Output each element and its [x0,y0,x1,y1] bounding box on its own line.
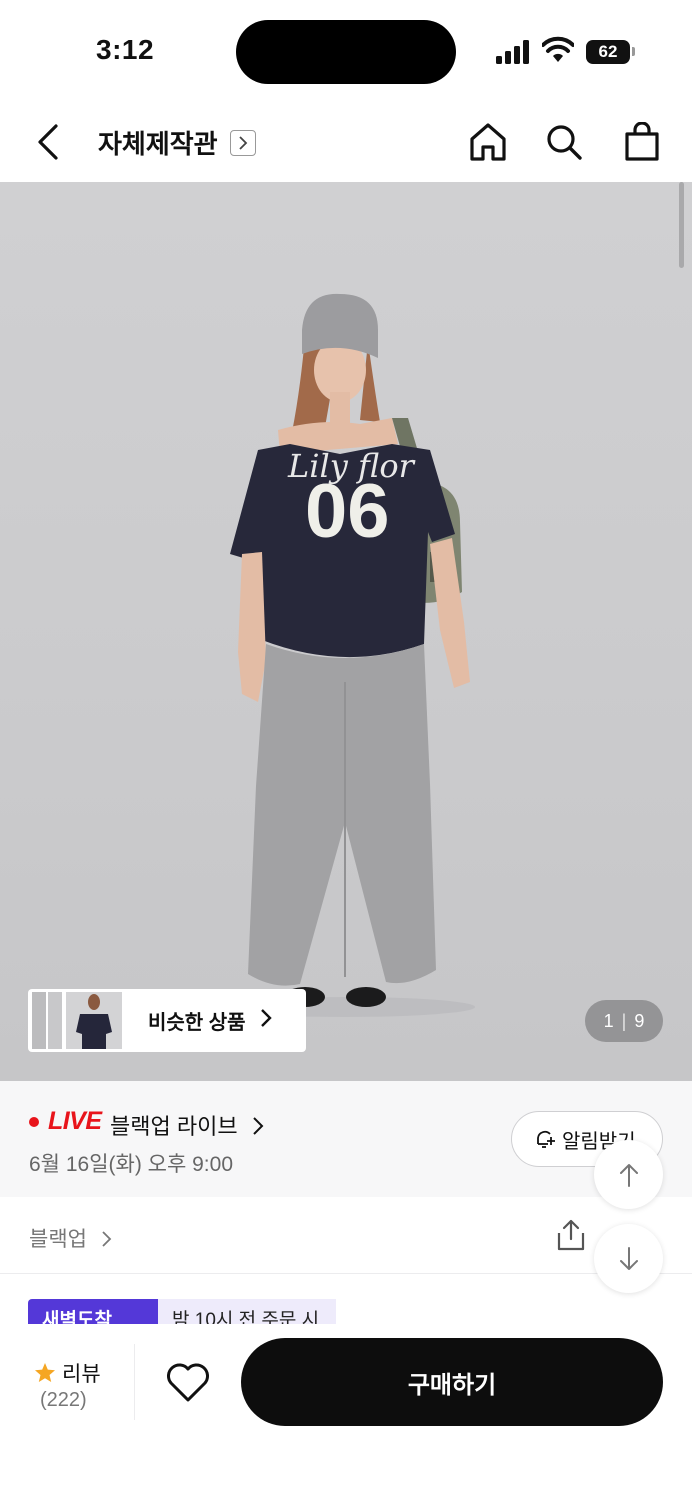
image-page-indicator: 1 | 9 [585,1000,663,1042]
battery-icon: 62 [586,40,630,64]
top-nav: 자체제작관 [0,100,692,182]
share-icon [557,1219,585,1251]
review-button[interactable]: 리뷰 [34,1358,101,1388]
similar-products-button[interactable]: 비슷한 상품 [28,989,306,1052]
product-photo: Lily flor 06 [215,293,475,1017]
store-title[interactable]: 자체제작관 [98,124,218,161]
chevron-right-icon [252,1117,264,1135]
search-icon [547,125,582,160]
chevron-right-icon [260,1008,272,1034]
scroll-up-button[interactable] [594,1140,663,1209]
page-separator: | [621,1010,627,1031]
scroll-down-button[interactable] [594,1224,663,1293]
live-dot-icon [29,1117,39,1127]
live-title[interactable]: 블랙업 라이브 [110,1109,264,1141]
live-broadcast-section[interactable]: LIVE 블랙업 라이브 6월 16일(화) 오후 9:00 알림받기 [0,1081,692,1197]
similar-thumbnail [66,992,122,1049]
similar-thumbnail [48,992,62,1049]
home-button[interactable] [466,120,510,164]
arrow-down-icon [619,1246,638,1270]
live-title-text: 블랙업 라이브 [110,1114,238,1139]
brand-link[interactable]: 블랙업 [29,1223,112,1253]
review-count: (222) [40,1389,87,1411]
home-icon [470,123,506,161]
live-date: 6월 16일(화) 오후 9:00 [29,1153,233,1176]
status-bar: 3:12 62 [0,0,692,100]
heart-icon [167,1363,209,1402]
dawn-delivery-badge: 새벽도착 [28,1299,158,1324]
live-badge: LIVE [48,1107,102,1135]
status-time: 3:12 [96,34,155,65]
bell-plus-icon [537,1130,555,1148]
similar-thumbnails [28,989,128,1052]
like-button[interactable] [164,1360,212,1404]
similar-products-label: 비슷한 상품 [148,1012,246,1034]
share-button[interactable] [553,1217,589,1253]
delivery-promo-banner: 새벽도착 밤 10시 전 주문 시 [0,1274,692,1324]
store-link-chevron-icon[interactable] [230,130,256,156]
wifi-icon [541,36,575,64]
chevron-left-icon [38,124,58,160]
back-button[interactable] [28,120,68,164]
cart-button[interactable] [620,120,664,164]
page-total: 9 [634,1010,645,1031]
shopping-bag-icon [625,122,659,161]
promo-text: 밤 10시 전 주문 시 [158,1299,336,1324]
scroll-indicator [679,182,684,268]
divider [134,1344,135,1420]
buy-button[interactable]: 구매하기 [241,1338,663,1426]
product-image-carousel[interactable]: Lily flor 06 비슷한 상품 1 | 9 [0,182,692,1081]
bottom-purchase-bar: 리뷰 (222) 구매하기 [0,1324,692,1500]
brand-row: 블랙업 [0,1197,692,1274]
similar-thumbnail [32,992,46,1049]
chevron-right-icon [102,1231,112,1247]
arrow-up-icon [619,1163,638,1187]
battery-tip [632,47,635,56]
jersey-number-text: 06 [305,469,390,554]
signal-icon [496,40,532,64]
dynamic-island [236,20,456,84]
brand-name: 블랙업 [29,1228,87,1251]
review-label: 리뷰 [62,1363,101,1386]
search-button[interactable] [542,120,586,164]
star-icon [35,1363,55,1382]
page-current: 1 [603,1010,614,1031]
